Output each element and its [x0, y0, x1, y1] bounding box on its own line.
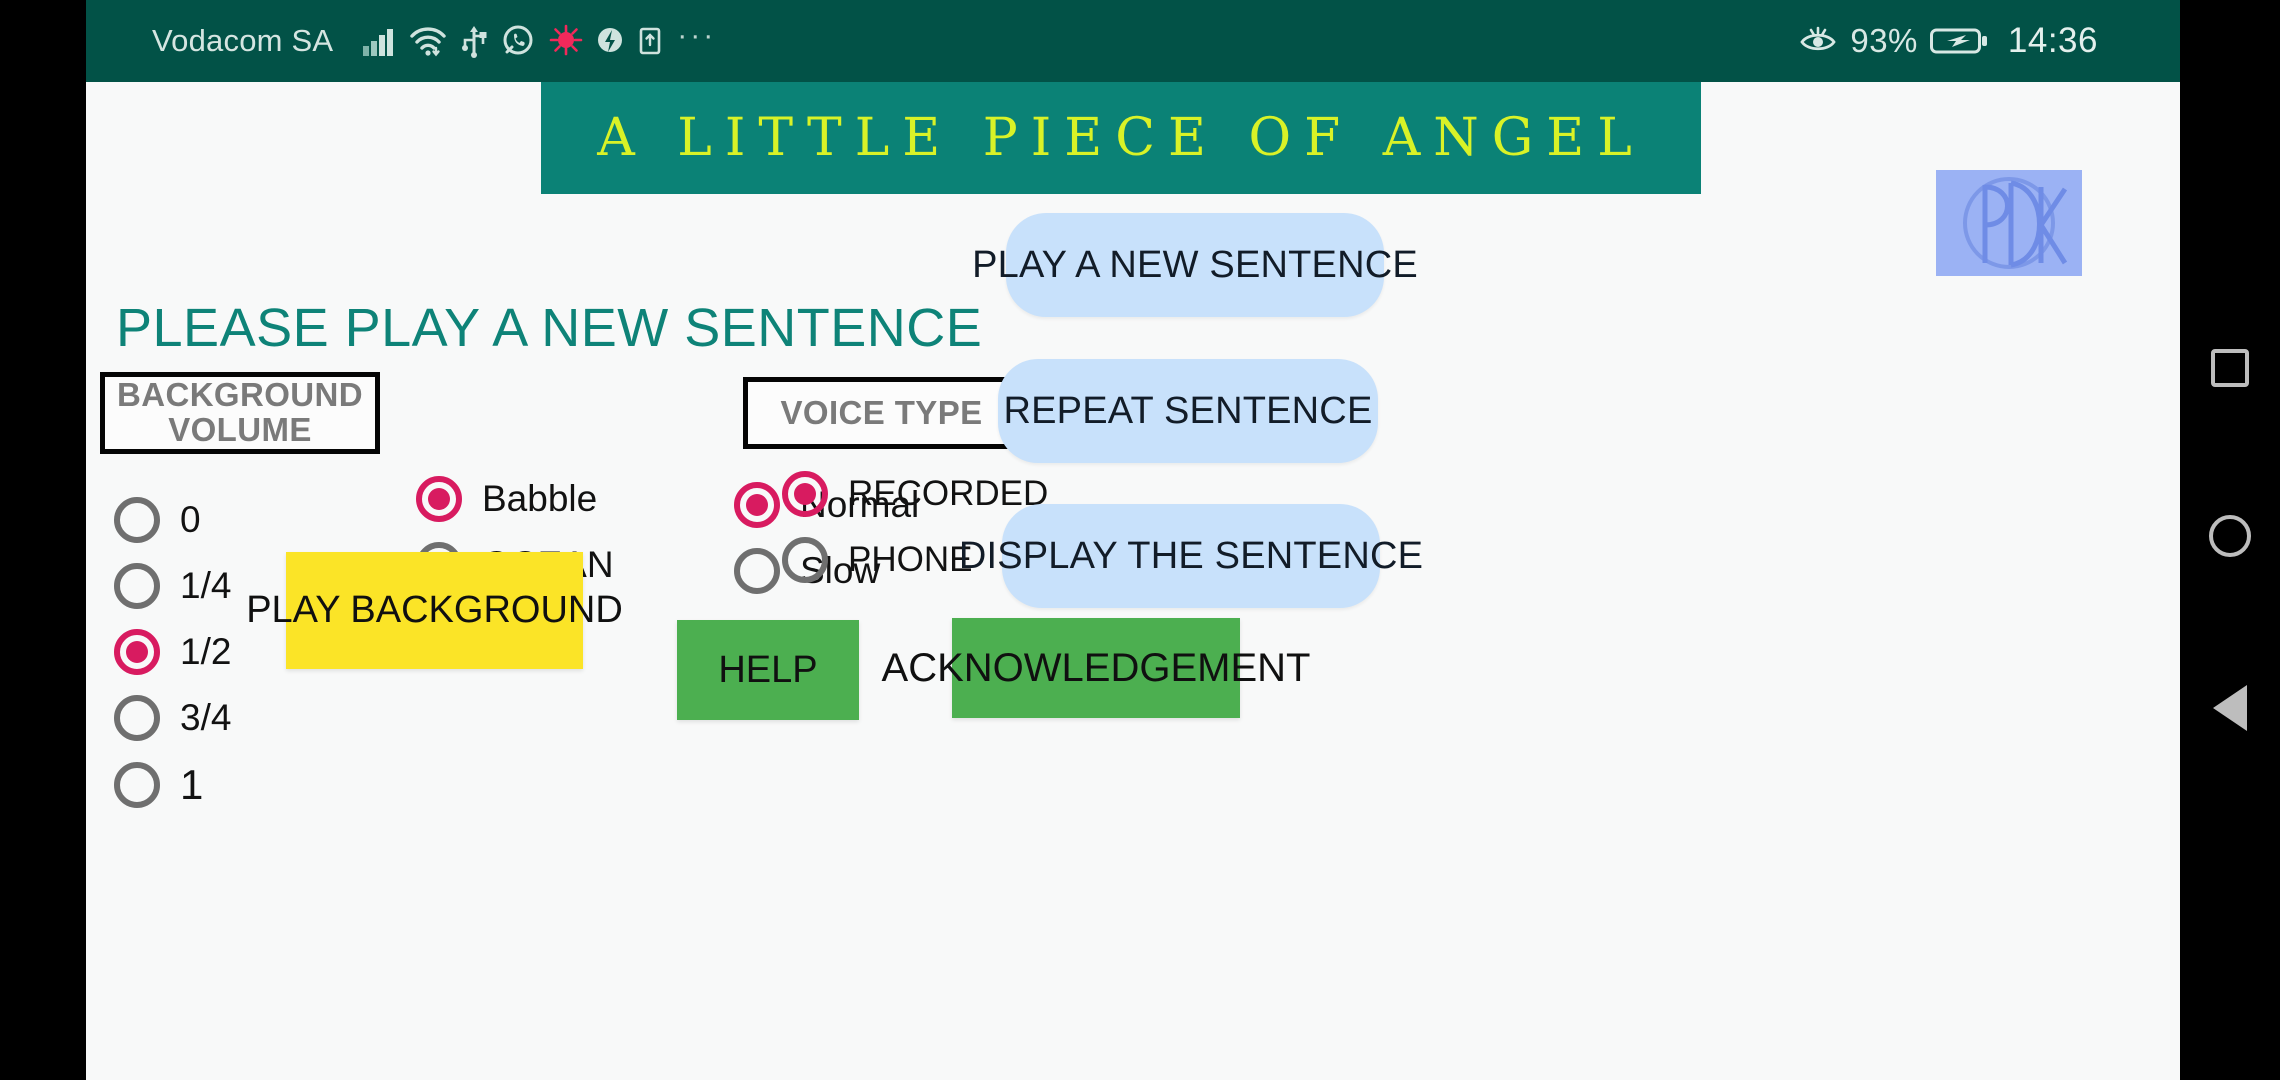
android-nav-bar: [2180, 0, 2280, 1080]
repeat-sentence-label: REPEAT SENTENCE: [1003, 389, 1373, 432]
radio-label: 1/2: [180, 631, 232, 672]
app-content: A LITTLE PIECE OF ANGEL PLEASE PLAY A NE…: [86, 82, 2180, 1080]
voice-type-group-label: VOICE TYPE: [743, 377, 1020, 449]
battery-charging-icon: [1929, 24, 1990, 58]
radio-label: Babble: [482, 478, 598, 519]
phone-screenshot: Vodacom SA ··· 93% 14:36 A LITTLE PIECE …: [0, 0, 2280, 1080]
voice-type-label: VOICE TYPE: [780, 393, 983, 431]
radio-label: 3/4: [180, 697, 232, 738]
radio-bgvol-1[interactable]: 1: [114, 761, 203, 809]
play-background-label: PLAY BACKGROUND: [246, 589, 623, 631]
battery-percent-label: 93%: [1850, 22, 1918, 59]
radio-indicator[interactable]: [734, 548, 780, 594]
app-title-text: A LITTLE PIECE OF ANGEL: [597, 108, 1645, 168]
background-volume-label-line1: BACKGROUND: [117, 376, 363, 414]
help-button[interactable]: HELP: [677, 620, 859, 720]
circle-home-icon[interactable]: [2209, 515, 2251, 557]
display-sentence-button[interactable]: DISPLAY THE SENTENCE: [959, 504, 1423, 608]
app-title-banner: A LITTLE PIECE OF ANGEL: [541, 82, 1701, 194]
radio-indicator[interactable]: [734, 482, 780, 528]
page-title: PLEASE PLAY A NEW SENTENCE: [116, 298, 983, 358]
status-bar-left: Vodacom SA ···: [152, 19, 716, 63]
carrier-label: Vodacom SA: [152, 23, 334, 58]
wifi-icon: [409, 24, 447, 58]
acknowledgement-label: ACKNOWLEDGEMENT: [881, 645, 1311, 690]
radio-indicator[interactable]: [416, 476, 462, 522]
radio-indicator[interactable]: [114, 695, 160, 741]
radio-label: 1/4: [180, 565, 232, 606]
radio-indicator[interactable]: [114, 762, 160, 808]
radio-label: PHONE: [848, 540, 973, 579]
radio-label: 0: [180, 499, 201, 540]
signal-bars-icon: [361, 24, 395, 58]
square-recents-icon[interactable]: [2211, 349, 2249, 387]
play-new-sentence-label: PLAY A NEW SENTENCE: [972, 243, 1418, 286]
background-volume-group-label: BACKGROUND VOLUME: [100, 372, 380, 454]
phone-viewport: Vodacom SA ··· 93% 14:36 A LITTLE PIECE …: [86, 0, 2180, 1080]
radio-indicator[interactable]: [782, 471, 828, 517]
radio-voice-phone[interactable]: PHONE: [782, 537, 972, 583]
coronavirus-icon: [549, 24, 583, 58]
usb-icon: [461, 24, 487, 58]
radio-label: RECORDED: [848, 474, 1049, 513]
radio-bgvol-3-4[interactable]: 3/4: [114, 695, 231, 741]
overflow-dots-icon: ···: [677, 19, 717, 52]
play-background-button[interactable]: PLAY BACKGROUND: [246, 552, 623, 669]
radio-bgvol-0[interactable]: 0: [114, 497, 201, 543]
bolt-icon: [597, 24, 623, 58]
radio-indicator[interactable]: [114, 629, 160, 675]
radio-indicator[interactable]: [782, 537, 828, 583]
pdk-logo: [1936, 170, 2082, 276]
help-label: HELP: [718, 648, 818, 691]
status-bar-right: 93% 14:36: [1798, 21, 2098, 61]
status-bar: Vodacom SA ··· 93% 14:36: [86, 0, 2180, 82]
background-volume-label-line2: VOLUME: [168, 411, 312, 448]
triangle-back-icon[interactable]: [2213, 685, 2247, 731]
eye-comfort-icon: [1798, 25, 1838, 57]
screenshot-icon: [637, 24, 663, 58]
radio-voice-recorded[interactable]: RECORDED: [782, 471, 1048, 517]
radio-indicator[interactable]: [114, 497, 160, 543]
radio-sound-babble[interactable]: Babble: [416, 476, 597, 522]
radio-bgvol-1-4[interactable]: 1/4: [114, 563, 231, 609]
clock-label: 14:36: [2007, 21, 2098, 60]
radio-label: 1: [180, 761, 204, 808]
whatsapp-icon: [501, 24, 535, 58]
play-new-sentence-button[interactable]: PLAY A NEW SENTENCE: [972, 213, 1418, 317]
repeat-sentence-button[interactable]: REPEAT SENTENCE: [998, 359, 1378, 463]
radio-bgvol-1-2[interactable]: 1/2: [114, 629, 231, 675]
radio-indicator[interactable]: [114, 563, 160, 609]
acknowledgement-button[interactable]: ACKNOWLEDGEMENT: [882, 618, 1310, 718]
display-sentence-label: DISPLAY THE SENTENCE: [958, 534, 1424, 577]
